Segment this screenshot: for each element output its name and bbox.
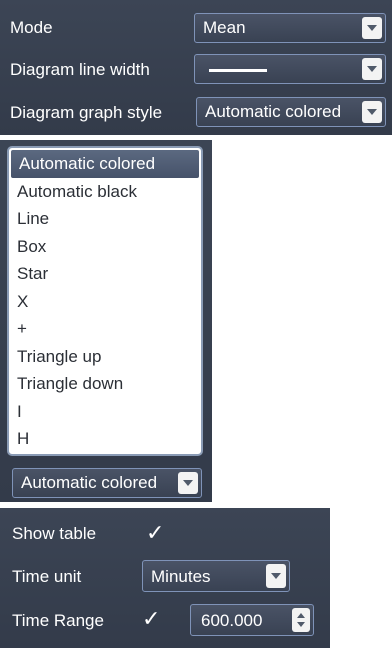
time-range-checkbox-checkmark-icon[interactable]: ✓ bbox=[142, 608, 160, 630]
show-table-label: Show table bbox=[12, 524, 97, 543]
graph-style-options-list: Automatic colored Automatic black Line B… bbox=[7, 146, 203, 456]
dropdown-option-h[interactable]: H bbox=[9, 425, 201, 453]
time-unit-label: Time unit bbox=[12, 567, 82, 586]
line-width-dropdown[interactable] bbox=[194, 54, 386, 84]
graph-style-value: Automatic colored bbox=[205, 102, 342, 121]
time-unit-dropdown[interactable]: Minutes bbox=[142, 560, 290, 592]
time-range-input[interactable]: 600.000 bbox=[190, 604, 314, 636]
dropdown-arrow-icon[interactable] bbox=[362, 101, 382, 123]
dropdown-arrow-icon[interactable] bbox=[178, 472, 198, 494]
mode-label: Mode bbox=[10, 18, 53, 37]
table-time-panel: Show table ✓ Time unit Minutes Time Rang… bbox=[0, 508, 330, 648]
dropdown-arrow-icon[interactable] bbox=[362, 58, 382, 80]
dropdown-arrow-icon[interactable] bbox=[266, 564, 286, 588]
dropdown-option-automatic-black[interactable]: Automatic black bbox=[9, 178, 201, 206]
graph-style-dropdown-open-panel: Automatic colored Automatic black Line B… bbox=[0, 140, 212, 502]
show-table-checkbox-checkmark-icon[interactable]: ✓ bbox=[146, 522, 164, 544]
dropdown-option-triangle-up[interactable]: Triangle up bbox=[9, 343, 201, 371]
dropdown-option-i[interactable]: I bbox=[9, 398, 201, 426]
dropdown-option-plus[interactable]: + bbox=[9, 315, 201, 343]
graph-style-dropdown[interactable]: Automatic colored bbox=[12, 468, 202, 498]
graph-style-dropdown[interactable]: Automatic colored bbox=[196, 97, 386, 127]
time-range-value: 600.000 bbox=[201, 611, 263, 630]
time-unit-value: Minutes bbox=[151, 567, 211, 586]
dropdown-option-automatic-colored[interactable]: Automatic colored bbox=[11, 150, 199, 178]
dropdown-arrow-icon[interactable] bbox=[362, 17, 382, 39]
graph-style-value: Automatic colored bbox=[21, 473, 158, 492]
dropdown-option-x[interactable]: X bbox=[9, 288, 201, 316]
diagram-settings-panel: Mode Mean Diagram line width Diagram gra… bbox=[0, 0, 392, 135]
time-range-label: Time Range bbox=[12, 611, 104, 630]
line-width-label: Diagram line width bbox=[10, 60, 150, 79]
mode-value: Mean bbox=[203, 18, 246, 37]
dropdown-option-line[interactable]: Line bbox=[9, 205, 201, 233]
mode-dropdown[interactable]: Mean bbox=[194, 13, 386, 43]
graph-style-label: Diagram graph style bbox=[10, 103, 163, 122]
dropdown-option-triangle-down[interactable]: Triangle down bbox=[9, 370, 201, 398]
dropdown-option-star[interactable]: Star bbox=[9, 260, 201, 288]
spinner-arrows-icon[interactable] bbox=[292, 608, 310, 632]
dropdown-option-box[interactable]: Box bbox=[9, 233, 201, 261]
line-width-sample bbox=[209, 69, 267, 72]
